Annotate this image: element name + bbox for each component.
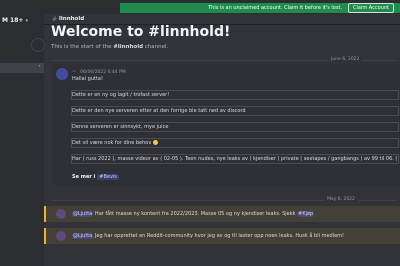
message-body: Har fått masse ny kontent fra 2022/2023.…	[93, 211, 298, 217]
add-user-icon[interactable]: ⁺	[38, 64, 41, 71]
hash-icon: #	[52, 15, 58, 23]
message-timestamp: 06/06/2022 6:44 PM	[80, 70, 126, 75]
unclaimed-account-banner: This is an unclaimed account. Claim it b…	[120, 3, 400, 13]
message-line: Denne serveren er sinnsykt, mye juice	[72, 124, 169, 130]
author-avatar[interactable]	[56, 231, 66, 241]
message-line: Det vil være nok for dine behov	[72, 140, 398, 146]
message-line: Hallai gutta!	[72, 76, 103, 82]
welcome-subtitle: This is the start of the #linnhold chann…	[51, 44, 168, 50]
date-label: May 6, 2022	[324, 197, 358, 202]
message-header: ~06/06/2022 6:44 PM	[72, 69, 126, 75]
date-label: June 6, 2022	[328, 57, 363, 62]
server-name-button[interactable]: M 18+ ▾	[2, 17, 28, 24]
avatar	[31, 38, 45, 52]
message-line: Dette er den nye serveren etter at den f…	[72, 108, 246, 114]
message-line-text: Det vil være nok for dine behov	[72, 140, 152, 146]
author-name[interactable]: ~	[72, 69, 76, 75]
chevron-down-icon: ▾	[25, 18, 28, 24]
channel-mention-bevis[interactable]: #Bevis	[97, 174, 119, 180]
user-mention[interactable]: @Ljutta	[72, 233, 94, 239]
channel-title: linnhold	[59, 16, 85, 22]
welcome-channel-name: #linnhold	[113, 44, 144, 50]
message-line: Dette er en ny og lagit / trofast server…	[72, 92, 170, 98]
welcome-subtitle-suffix: channel.	[143, 44, 169, 50]
see-more-label: Se mer i	[72, 174, 96, 180]
message-body: Jeg har opprettet en Reddit-community hv…	[93, 233, 345, 239]
top-bar: This is an unclaimed account. Claim it b…	[0, 0, 400, 14]
author-avatar[interactable]	[56, 209, 66, 219]
author-avatar[interactable]	[56, 68, 68, 80]
message-line: Har ( russ 2022 ), masse videor av ( 02-…	[72, 156, 398, 162]
sidebar-channel-item[interactable]: ⁺	[0, 63, 44, 73]
channel-mention-kjop[interactable]: #Kjøp	[297, 211, 315, 217]
message-text: @Ljutta Har fått masse ny kontent fra 20…	[72, 211, 315, 217]
message-text: @Ljutta Jeg har opprettet en Reddit-comm…	[72, 233, 344, 239]
user-mention[interactable]: @Ljutta	[72, 211, 94, 217]
claim-account-button[interactable]: Claim Account	[348, 3, 394, 13]
unclaimed-account-text: This is an unclaimed account. Claim it b…	[208, 5, 343, 11]
smile-emoji-icon	[152, 140, 158, 145]
server-name: M 18+	[2, 17, 24, 24]
welcome-subtitle-prefix: This is the start of the	[51, 44, 114, 50]
see-more: Se mer i #Bevis	[72, 174, 119, 180]
welcome-title: Welcome to #linnhold!	[51, 24, 231, 40]
